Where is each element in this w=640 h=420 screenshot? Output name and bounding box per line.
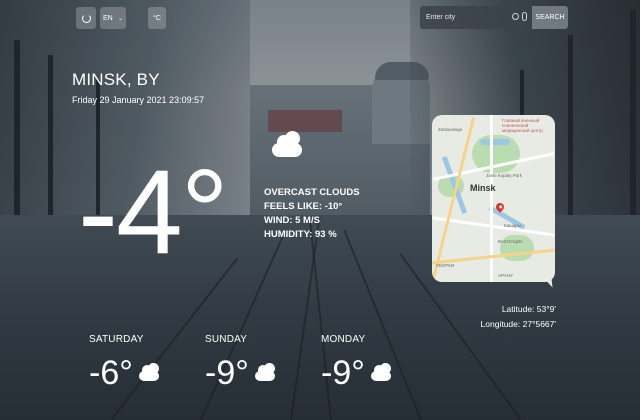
city-search-input[interactable] — [426, 14, 506, 21]
humidity: HUMIDITY: 93 % — [264, 229, 337, 240]
map-label: Janki Kupaly Park — [486, 173, 523, 178]
city-name: MINSK, BY — [72, 70, 160, 89]
map-city-label: Minsk — [470, 183, 496, 193]
map-label: Главный военный клинический медицинский … — [502, 118, 543, 133]
refresh-icon — [81, 13, 91, 23]
map-label: ВАСНОЦВА — [498, 239, 523, 244]
weather-description: OVERCAST CLOUDS — [264, 187, 360, 198]
longitude: Longitude: 27°5667' — [480, 319, 556, 329]
forecast-day: SUNDAY -9° — [205, 334, 315, 393]
forecast-day: SATURDAY -6° — [89, 334, 199, 393]
search-button[interactable]: SEARCH — [532, 6, 568, 29]
forecast-temperature: -9° — [321, 354, 365, 392]
search-bar: SEARCH — [420, 6, 568, 29]
wind-speed: WIND: 5 M/S — [264, 215, 320, 226]
current-datetime: Friday 29 January 2021 23:09:57 — [72, 95, 205, 105]
forecast-temperature: -6° — [89, 354, 133, 392]
cloud-icon — [138, 363, 159, 381]
language-select[interactable]: EN ⌄ — [100, 7, 126, 29]
microphone-icon[interactable] — [522, 12, 527, 21]
forecast-day: MONDAY -9° — [321, 334, 431, 393]
search-field-wrapper — [420, 6, 532, 29]
weather-details: OVERCAST CLOUDS FEELS LIKE: -10° WIND: 5… — [264, 186, 360, 242]
keyboard-icon[interactable] — [512, 13, 519, 20]
cloud-icon — [370, 363, 391, 381]
forecast-day-name: SUNDAY — [205, 334, 248, 345]
cloud-icon — [272, 131, 302, 157]
cloud-icon — [254, 363, 275, 381]
map-label: Zaslauskaja — [438, 127, 463, 132]
forecast-temperature: -9° — [205, 354, 249, 392]
map-label: АРАНУ — [498, 273, 513, 278]
feels-like: FEELS LIKE: -10° — [264, 201, 343, 212]
current-temperature: -4° — [78, 145, 229, 279]
forecast-day-name: MONDAY — [321, 334, 366, 345]
unit-toggle-button[interactable]: °C — [148, 7, 166, 29]
map-label: УБОРКИ — [436, 263, 455, 268]
chevron-down-icon: ⌄ — [117, 15, 123, 22]
refresh-button[interactable] — [76, 7, 96, 29]
city-map[interactable]: Главный военный клинический медицинский … — [432, 115, 555, 282]
map-label: Кашары — [504, 223, 521, 228]
latitude: Latitude: 53°9' — [501, 304, 556, 314]
forecast-day-name: SATURDAY — [89, 334, 144, 345]
language-value: EN — [103, 14, 113, 22]
